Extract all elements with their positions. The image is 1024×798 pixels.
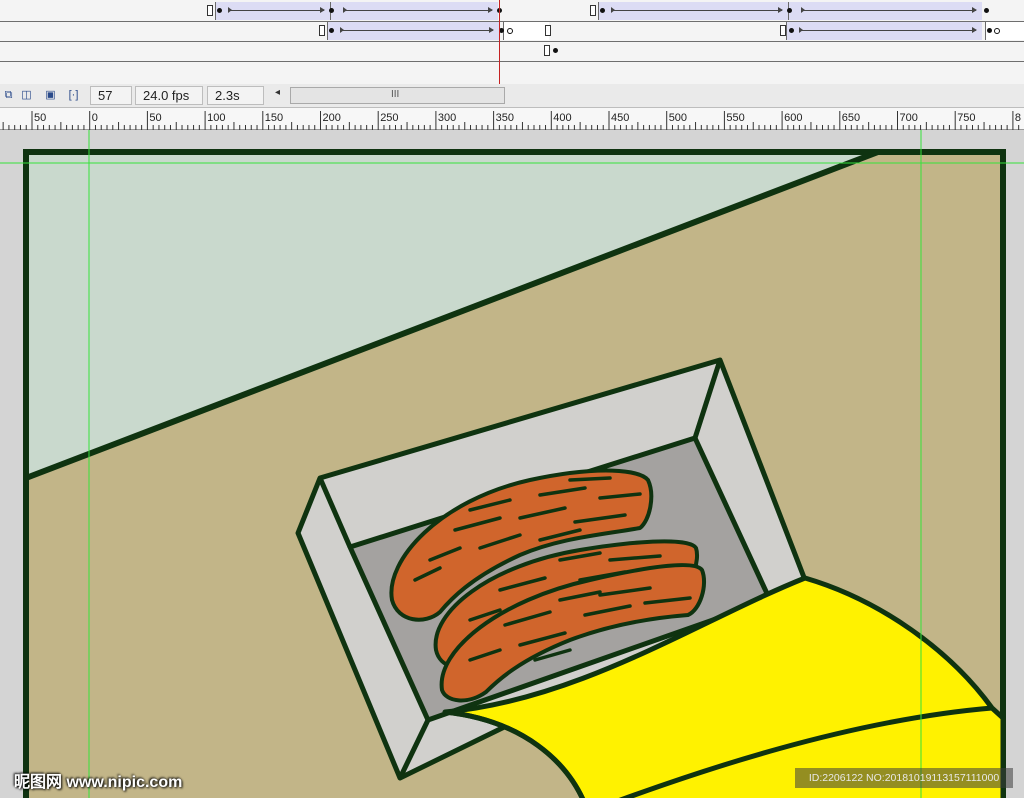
ruler-label: 650 bbox=[842, 112, 860, 124]
motion-tween[interactable] bbox=[215, 2, 330, 20]
ruler-label: 450 bbox=[611, 112, 629, 124]
ruler-label: 350 bbox=[496, 112, 514, 124]
keyframe[interactable] bbox=[787, 8, 792, 13]
keyframe[interactable] bbox=[600, 8, 605, 13]
keyframe[interactable] bbox=[987, 28, 992, 33]
current-frame-field[interactable]: 57 bbox=[90, 86, 132, 105]
end-frame-marker[interactable] bbox=[319, 25, 325, 36]
end-frame-marker[interactable] bbox=[207, 5, 213, 16]
keyframe[interactable] bbox=[789, 28, 794, 33]
timeline-layer-2[interactable] bbox=[0, 20, 1024, 42]
keyframe[interactable] bbox=[329, 8, 334, 13]
blank-keyframe[interactable] bbox=[507, 28, 513, 34]
end-frame-marker[interactable] bbox=[544, 45, 550, 56]
timeline-panel[interactable] bbox=[0, 0, 1024, 84]
elapsed-time-field: 2.3s bbox=[207, 86, 264, 105]
motion-tween[interactable] bbox=[330, 2, 498, 20]
timeline-layer-4[interactable] bbox=[0, 62, 1024, 84]
ruler-label: 750 bbox=[957, 112, 975, 124]
scene-artwork bbox=[0, 130, 1024, 798]
motion-tween[interactable] bbox=[786, 22, 982, 40]
modify-onion-markers-icon[interactable]: [·] bbox=[67, 89, 80, 102]
ruler-label: 550 bbox=[726, 112, 744, 124]
ruler-ticks: 50 0 50 100 150 200 250 300 350 400 450 500 550 600 65… bbox=[2, 111, 1021, 130]
keyframe[interactable] bbox=[329, 28, 334, 33]
motion-tween[interactable] bbox=[598, 2, 788, 20]
stage-canvas[interactable] bbox=[0, 130, 1024, 798]
end-frame-marker[interactable] bbox=[590, 5, 596, 16]
ruler-label: 400 bbox=[553, 112, 571, 124]
blank-keyframe[interactable] bbox=[994, 28, 1000, 34]
ruler-label: 50 bbox=[34, 112, 46, 124]
ruler-label: 300 bbox=[438, 112, 456, 124]
ruler-label: 600 bbox=[784, 112, 802, 124]
motion-tween[interactable] bbox=[788, 2, 982, 20]
ruler-label: 8 bbox=[1015, 112, 1021, 124]
ruler-label: 50 bbox=[149, 112, 161, 124]
onion-skin-outline-icon[interactable]: ◫ bbox=[20, 89, 33, 102]
playhead[interactable] bbox=[499, 0, 500, 84]
horizontal-ruler: 50 0 50 100 150 200 250 300 350 400 450 500 550 600 65… bbox=[0, 108, 1024, 130]
onion-skin-icon[interactable]: ⧉ bbox=[2, 89, 15, 102]
end-frame-marker[interactable] bbox=[780, 25, 786, 36]
timeline-layer-1[interactable] bbox=[0, 0, 1024, 22]
ruler-label: 250 bbox=[380, 112, 398, 124]
keyframe[interactable] bbox=[217, 8, 222, 13]
keyframe[interactable] bbox=[553, 48, 558, 53]
keyframe[interactable] bbox=[984, 8, 989, 13]
motion-tween[interactable] bbox=[327, 22, 499, 40]
frame-rate-field[interactable]: 24.0 fps bbox=[135, 86, 203, 105]
ruler-label: 150 bbox=[265, 112, 283, 124]
edit-multiple-frames-icon[interactable]: ▣ bbox=[44, 89, 57, 102]
watermark-left: 昵图网 www.nipic.com bbox=[14, 774, 183, 791]
timeline-horizontal-scrollbar[interactable]: III bbox=[290, 87, 505, 104]
ruler-label: 0 bbox=[92, 112, 98, 124]
watermark-right: ID:2206122 NO:20181019113157111000 bbox=[795, 768, 1013, 788]
ruler-label: 700 bbox=[900, 112, 918, 124]
timeline-layer-3[interactable] bbox=[0, 40, 1024, 62]
scrollbar-grip[interactable]: III bbox=[391, 89, 399, 100]
ruler-label: 100 bbox=[207, 112, 225, 124]
ruler-label: 500 bbox=[669, 112, 687, 124]
end-frame-marker[interactable] bbox=[545, 25, 551, 36]
ruler-label: 200 bbox=[323, 112, 341, 124]
scroll-left-arrow[interactable]: ◂ bbox=[275, 87, 280, 98]
timeline-status-bar: ⧉ ◫ ▣ [·] 57 24.0 fps 2.3s ◂ III bbox=[0, 84, 1024, 108]
